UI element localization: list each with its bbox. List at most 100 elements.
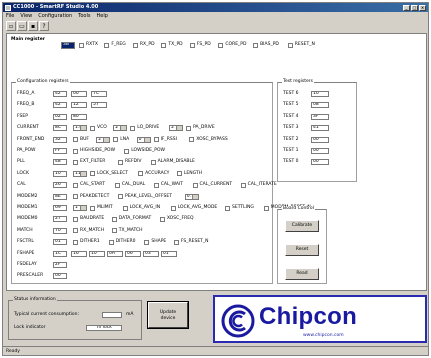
- register-sub-field[interactable]: 57: [91, 102, 107, 109]
- register-sub-field[interactable]: 00: [71, 91, 87, 97]
- option-checkbox[interactable]: [113, 137, 119, 143]
- register-hex-field[interactable]: 42: [53, 102, 67, 109]
- register-hex-field[interactable]: 2F: [53, 262, 67, 268]
- register-dropdown[interactable]: 1.45: [73, 125, 87, 132]
- flag-checkbox[interactable]: [218, 43, 224, 48]
- register-dropdown[interactable]: 2: [169, 125, 184, 132]
- register-hex-field[interactable]: 69: [53, 205, 67, 211]
- test-register-field[interactable]: 00: [311, 148, 329, 154]
- flag-checkbox[interactable]: [287, 43, 293, 48]
- option-checkbox[interactable]: [118, 159, 123, 165]
- register-hex-field[interactable]: 48: [53, 159, 67, 166]
- option-checkbox[interactable]: [73, 194, 78, 200]
- register-hex-field[interactable]: 00: [53, 273, 67, 280]
- fshape-field[interactable]: 10: [89, 250, 105, 257]
- option-checkbox[interactable]: [153, 182, 159, 188]
- register-hex-field[interactable]: 42: [53, 91, 67, 97]
- option-checkbox[interactable]: [240, 182, 246, 188]
- register-hex-field[interactable]: 70: [53, 227, 67, 234]
- fshape-field[interactable]: 06: [125, 250, 141, 257]
- option-checkbox[interactable]: [170, 205, 176, 211]
- option-checkbox[interactable]: [114, 182, 120, 188]
- option-checkbox[interactable]: [90, 171, 95, 177]
- flag-checkbox[interactable]: [161, 43, 167, 48]
- help-icon[interactable]: ?: [39, 21, 49, 31]
- option-checkbox[interactable]: [150, 159, 156, 165]
- option-checkbox[interactable]: [73, 216, 78, 222]
- option-checkbox[interactable]: [138, 171, 144, 177]
- register-hex-field[interactable]: 10: [53, 170, 67, 177]
- register-dropdown[interactable]: 0: [136, 136, 151, 143]
- option-checkbox[interactable]: [176, 171, 182, 177]
- register-dropdown[interactable]: 0.721: [184, 193, 199, 200]
- option-checkbox[interactable]: [225, 205, 230, 211]
- option-checkbox[interactable]: [122, 205, 128, 211]
- close-button[interactable]: ×: [419, 4, 426, 11]
- test-register-field[interactable]: 08: [311, 102, 329, 109]
- option-checkbox[interactable]: [173, 239, 179, 245]
- register-hex-field[interactable]: 1C: [53, 250, 67, 257]
- register-sub-field[interactable]: 7C: [91, 91, 107, 97]
- option-checkbox[interactable]: [144, 239, 150, 245]
- minimize-button[interactable]: _: [403, 4, 410, 11]
- test-register-field[interactable]: 41: [311, 125, 329, 132]
- flag-checkbox[interactable]: [132, 43, 138, 48]
- reset-button[interactable]: Reset: [285, 244, 319, 256]
- update-device-button[interactable]: Update device: [147, 301, 189, 329]
- option-checkbox[interactable]: [189, 137, 195, 143]
- register-hex-field[interactable]: 26: [53, 182, 67, 189]
- main-register-value[interactable]: 3B: [61, 42, 75, 49]
- register-sub-field[interactable]: 80: [71, 113, 87, 120]
- flag-checkbox[interactable]: [253, 43, 259, 48]
- register-hex-field[interactable]: 01: [53, 239, 67, 246]
- option-checkbox[interactable]: [111, 216, 117, 222]
- new-icon[interactable]: ▫: [6, 21, 16, 31]
- option-checkbox[interactable]: [73, 159, 78, 165]
- register-hex-field[interactable]: 27: [53, 216, 67, 223]
- option-checkbox[interactable]: [186, 125, 192, 131]
- option-checkbox[interactable]: [118, 194, 123, 200]
- menu-view[interactable]: View: [20, 12, 32, 20]
- fshape-field[interactable]: 0A: [107, 250, 123, 257]
- register-dropdown[interactable]: 1: [73, 205, 87, 211]
- read-button[interactable]: Read: [285, 268, 319, 280]
- register-hex-field[interactable]: 8E: [53, 193, 67, 200]
- fshape-field[interactable]: 01: [161, 250, 177, 257]
- maximize-button[interactable]: □: [411, 4, 418, 11]
- option-checkbox[interactable]: [192, 182, 198, 188]
- menu-tools[interactable]: Tools: [78, 12, 90, 20]
- test-register-field[interactable]: 3F: [311, 113, 329, 120]
- open-icon[interactable]: ▭: [17, 21, 27, 31]
- option-checkbox[interactable]: [73, 182, 78, 188]
- register-hex-field[interactable]: 8C: [53, 125, 67, 132]
- option-checkbox[interactable]: [90, 205, 95, 211]
- test-register-field[interactable]: 00: [311, 159, 329, 166]
- flag-checkbox[interactable]: [79, 43, 84, 48]
- test-register-field[interactable]: 10: [311, 91, 329, 97]
- option-checkbox[interactable]: [124, 148, 130, 154]
- save-icon[interactable]: ▪: [28, 21, 38, 31]
- option-checkbox[interactable]: [108, 239, 114, 245]
- fshape-field[interactable]: 03: [143, 250, 159, 257]
- register-dropdown[interactable]: 2: [113, 125, 128, 132]
- register-hex-field[interactable]: FF: [53, 148, 67, 154]
- option-checkbox[interactable]: [153, 137, 159, 143]
- register-sub-field[interactable]: 12: [71, 102, 87, 109]
- flag-checkbox[interactable]: [104, 43, 110, 48]
- option-checkbox[interactable]: [73, 239, 78, 245]
- menu-file[interactable]: File: [6, 12, 14, 20]
- option-checkbox[interactable]: [263, 205, 269, 211]
- option-checkbox[interactable]: [73, 148, 78, 154]
- option-checkbox[interactable]: [111, 228, 117, 234]
- register-hex-field[interactable]: 02: [53, 113, 67, 120]
- option-checkbox[interactable]: [130, 125, 136, 131]
- option-checkbox[interactable]: [159, 216, 165, 222]
- option-checkbox[interactable]: [73, 228, 78, 234]
- fshape-field[interactable]: 16: [71, 250, 87, 257]
- register-hex-field[interactable]: 32: [53, 136, 67, 143]
- menu-configuration[interactable]: Configuration: [38, 12, 72, 20]
- option-checkbox[interactable]: [73, 137, 78, 143]
- option-checkbox[interactable]: [90, 125, 95, 131]
- register-dropdown[interactable]: 2: [96, 136, 111, 143]
- test-register-field[interactable]: 00: [311, 136, 329, 143]
